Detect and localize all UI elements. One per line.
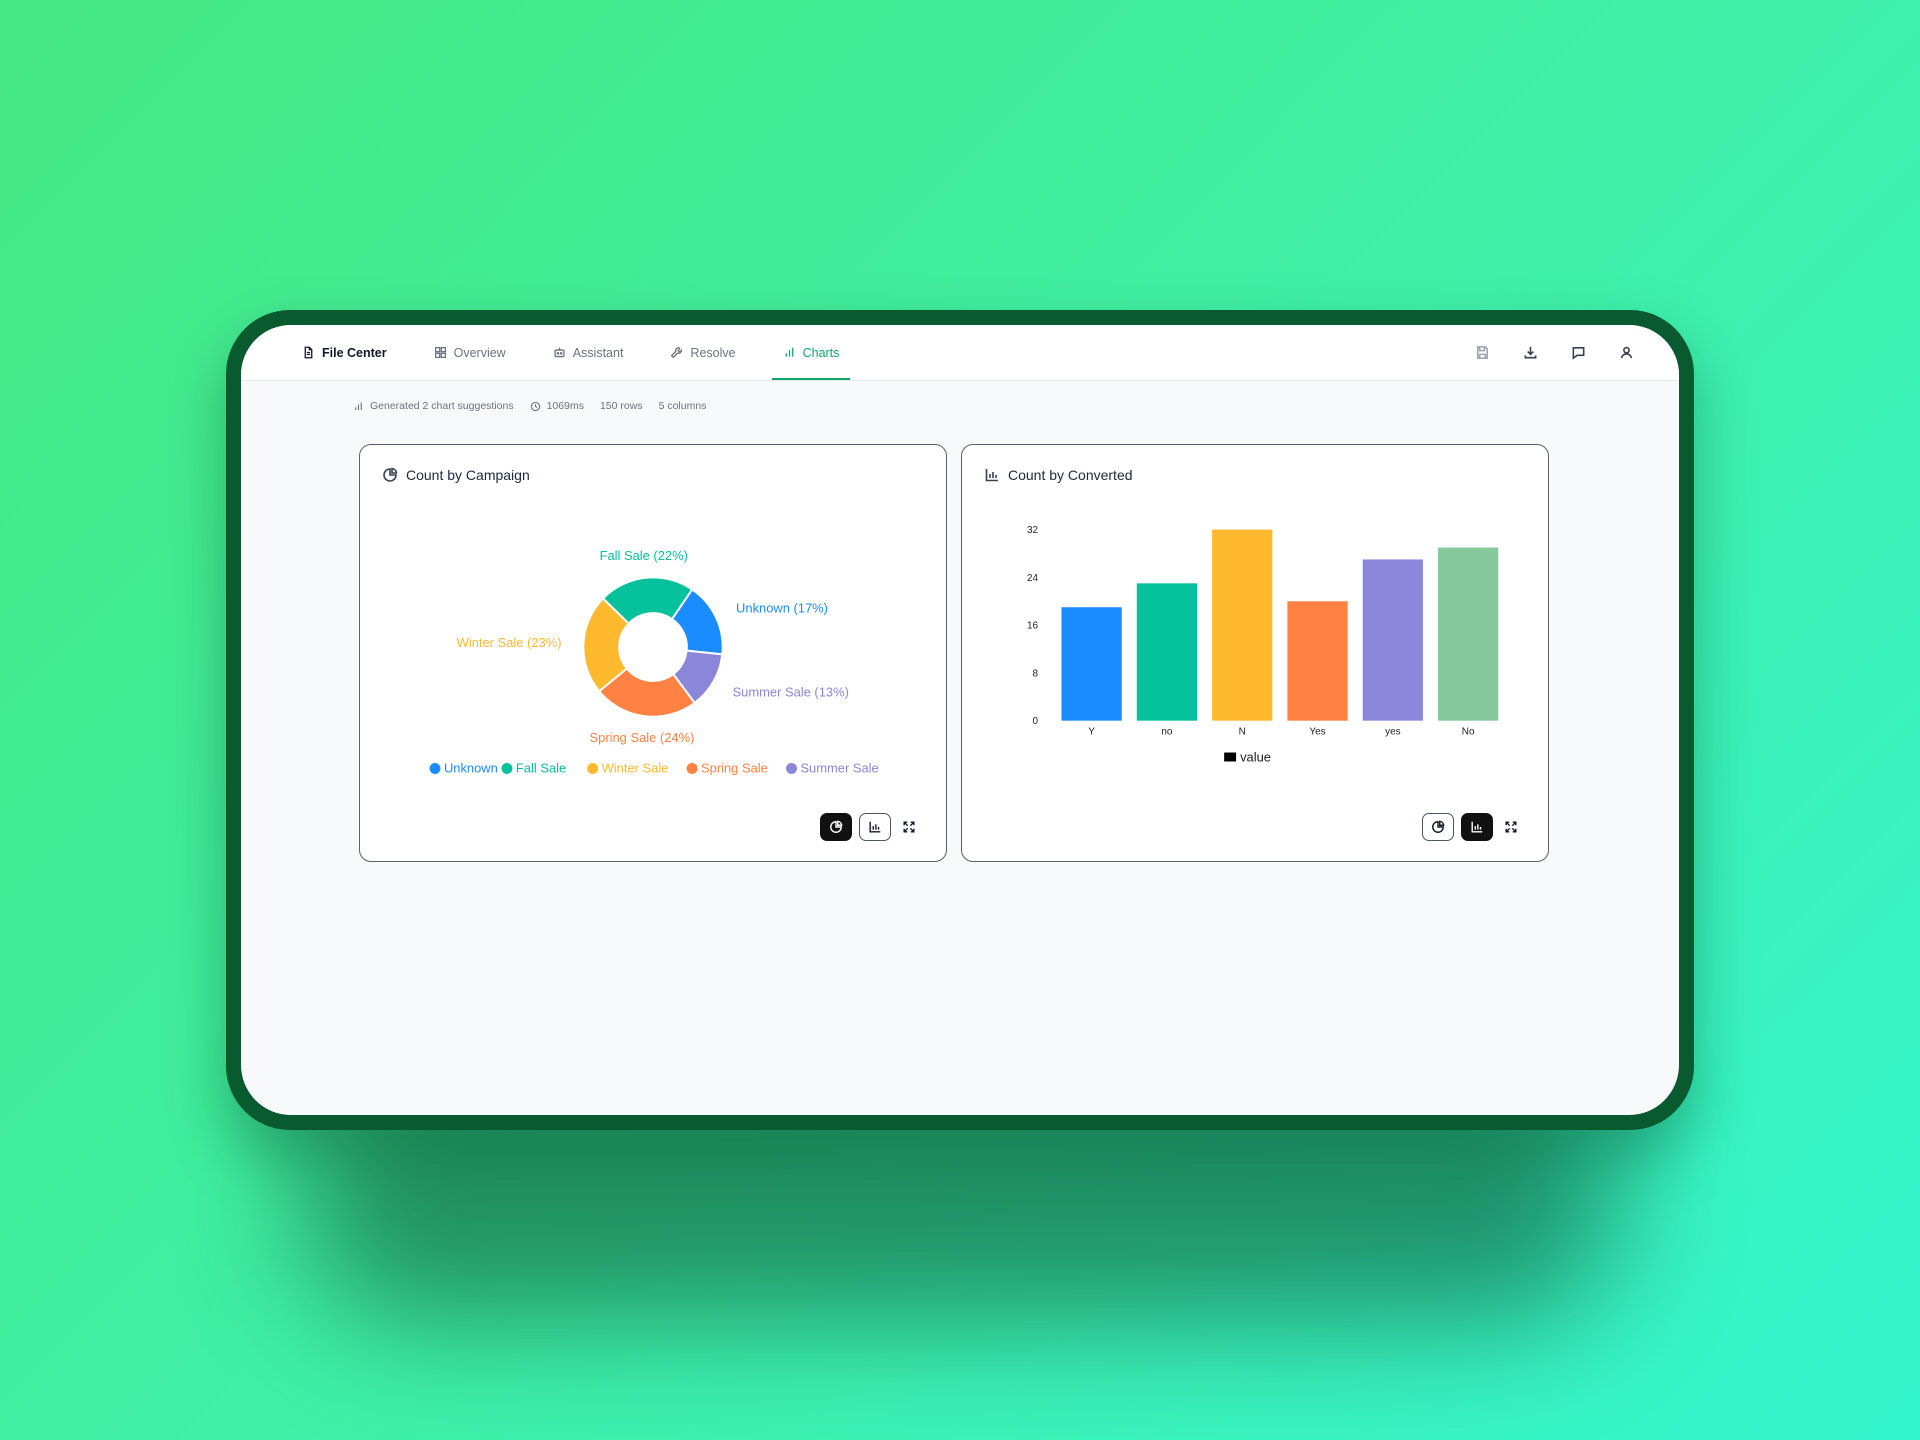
- legend-label[interactable]: Summer Sale: [800, 760, 878, 775]
- bar[interactable]: [1212, 529, 1273, 721]
- user-button[interactable]: [1617, 344, 1635, 362]
- grid-icon: [434, 346, 446, 359]
- legend-swatch: [786, 762, 797, 774]
- download-icon: [1524, 346, 1536, 359]
- expand-button[interactable]: [898, 813, 920, 841]
- tablet-frame: File Center Overview Assistant Resolve C…: [226, 310, 1694, 1130]
- user-icon: [1620, 346, 1632, 359]
- robot-icon: [554, 347, 565, 358]
- tab-resolve[interactable]: Resolve: [659, 325, 746, 380]
- legend-label[interactable]: value: [1240, 749, 1271, 764]
- clock-icon: [530, 401, 540, 411]
- x-tick-label: No: [1462, 727, 1475, 738]
- bar[interactable]: [1362, 559, 1423, 721]
- legend-label[interactable]: Unknown: [444, 760, 498, 775]
- slice-label: Fall Sale (22%): [600, 548, 688, 563]
- bar[interactable]: [1287, 601, 1348, 721]
- x-tick-label: Y: [1088, 727, 1095, 738]
- chart-type-controls: [1422, 813, 1522, 841]
- save-icon: [1476, 346, 1488, 359]
- chart-type-controls: [820, 813, 920, 841]
- nav-tabs: File Center Overview Assistant Resolve C…: [291, 325, 875, 380]
- bar[interactable]: [1438, 547, 1499, 721]
- chart-card-campaign: Count by Campaign Unknown (17%) Summer Sa…: [359, 444, 947, 862]
- expand-button[interactable]: [1500, 813, 1522, 841]
- bar-chart-icon: [355, 401, 362, 410]
- tab-charts[interactable]: Charts: [771, 325, 851, 380]
- expand-icon: [1505, 821, 1517, 833]
- expand-icon: [903, 821, 915, 833]
- bar-chart: 0 8 16 24 32 Y no N Yes yes No value: [1027, 525, 1499, 764]
- y-tick-label: 32: [1027, 525, 1039, 536]
- generation-meta: Generated 2 chart suggestions 1069ms 150…: [353, 400, 706, 412]
- slice-label: Winter Sale (23%): [457, 635, 562, 650]
- legend-swatch: [1224, 752, 1237, 762]
- tab-file-center[interactable]: File Center: [291, 325, 398, 380]
- pie-view-button[interactable]: [1422, 813, 1454, 841]
- wrench-icon: [671, 346, 683, 359]
- pie-chart-icon: [1432, 820, 1445, 833]
- legend-label[interactable]: Spring Sale: [701, 760, 768, 775]
- bar-view-button[interactable]: [859, 813, 891, 841]
- tab-label: Charts: [802, 345, 840, 360]
- bar-chart-icon: [869, 821, 881, 833]
- pie-chart-icon: [830, 820, 843, 833]
- y-tick-label: 8: [1033, 668, 1039, 679]
- save-button[interactable]: [1473, 344, 1491, 362]
- y-tick-label: 16: [1027, 621, 1039, 632]
- legend-swatch: [686, 762, 698, 774]
- columns-text: 5 columns: [658, 400, 707, 412]
- tab-label: Assistant: [572, 345, 624, 360]
- donut-chart: Unknown (17%) Summer Sale (13%) Spring Sal…: [429, 548, 879, 775]
- download-button[interactable]: [1521, 344, 1539, 362]
- comment-button[interactable]: [1569, 344, 1587, 362]
- y-tick-label: 0: [1033, 716, 1039, 727]
- tab-label: Resolve: [690, 345, 736, 360]
- x-tick-label: no: [1161, 727, 1173, 738]
- slice-label: Unknown (17%): [736, 600, 828, 615]
- slice-label: Summer Sale (13%): [733, 684, 849, 699]
- slice-label: Spring Sale (24%): [590, 730, 695, 745]
- comment-icon: [1572, 347, 1584, 360]
- x-tick-label: yes: [1385, 727, 1400, 738]
- bar-chart-icon: [1471, 821, 1483, 833]
- suggestions-text: Generated 2 chart suggestions: [370, 400, 514, 412]
- bar-view-button[interactable]: [1461, 813, 1493, 841]
- top-nav-bar: File Center Overview Assistant Resolve C…: [241, 325, 1679, 381]
- tab-label: File Center: [322, 345, 387, 360]
- tab-assistant[interactable]: Assistant: [542, 325, 635, 380]
- legend-label[interactable]: Winter Sale: [602, 760, 669, 775]
- app-screen: File Center Overview Assistant Resolve C…: [241, 325, 1679, 1115]
- tab-label: Overview: [453, 345, 506, 360]
- x-tick-label: N: [1239, 727, 1246, 738]
- bar[interactable]: [1136, 583, 1198, 721]
- x-tick-label: Yes: [1309, 727, 1325, 738]
- chart-card-converted: Count by Converted 0 8 16 24 32 Yno N Yes yes No v…: [961, 444, 1549, 862]
- legend-swatch: [429, 762, 441, 774]
- legend-swatch: [501, 762, 513, 774]
- legend-label[interactable]: Fall Sale: [516, 760, 566, 775]
- toolbar-actions: [1473, 344, 1635, 362]
- rows-text: 150 rows: [599, 400, 643, 412]
- tab-overview[interactable]: Overview: [423, 325, 517, 380]
- duration-text: 1069ms: [546, 400, 584, 412]
- legend-swatch: [587, 762, 599, 774]
- bar-chart-icon: [785, 347, 793, 357]
- pie-view-button[interactable]: [820, 813, 852, 841]
- y-tick-label: 24: [1027, 573, 1039, 584]
- file-icon: [304, 346, 313, 359]
- bar[interactable]: [1061, 607, 1122, 721]
